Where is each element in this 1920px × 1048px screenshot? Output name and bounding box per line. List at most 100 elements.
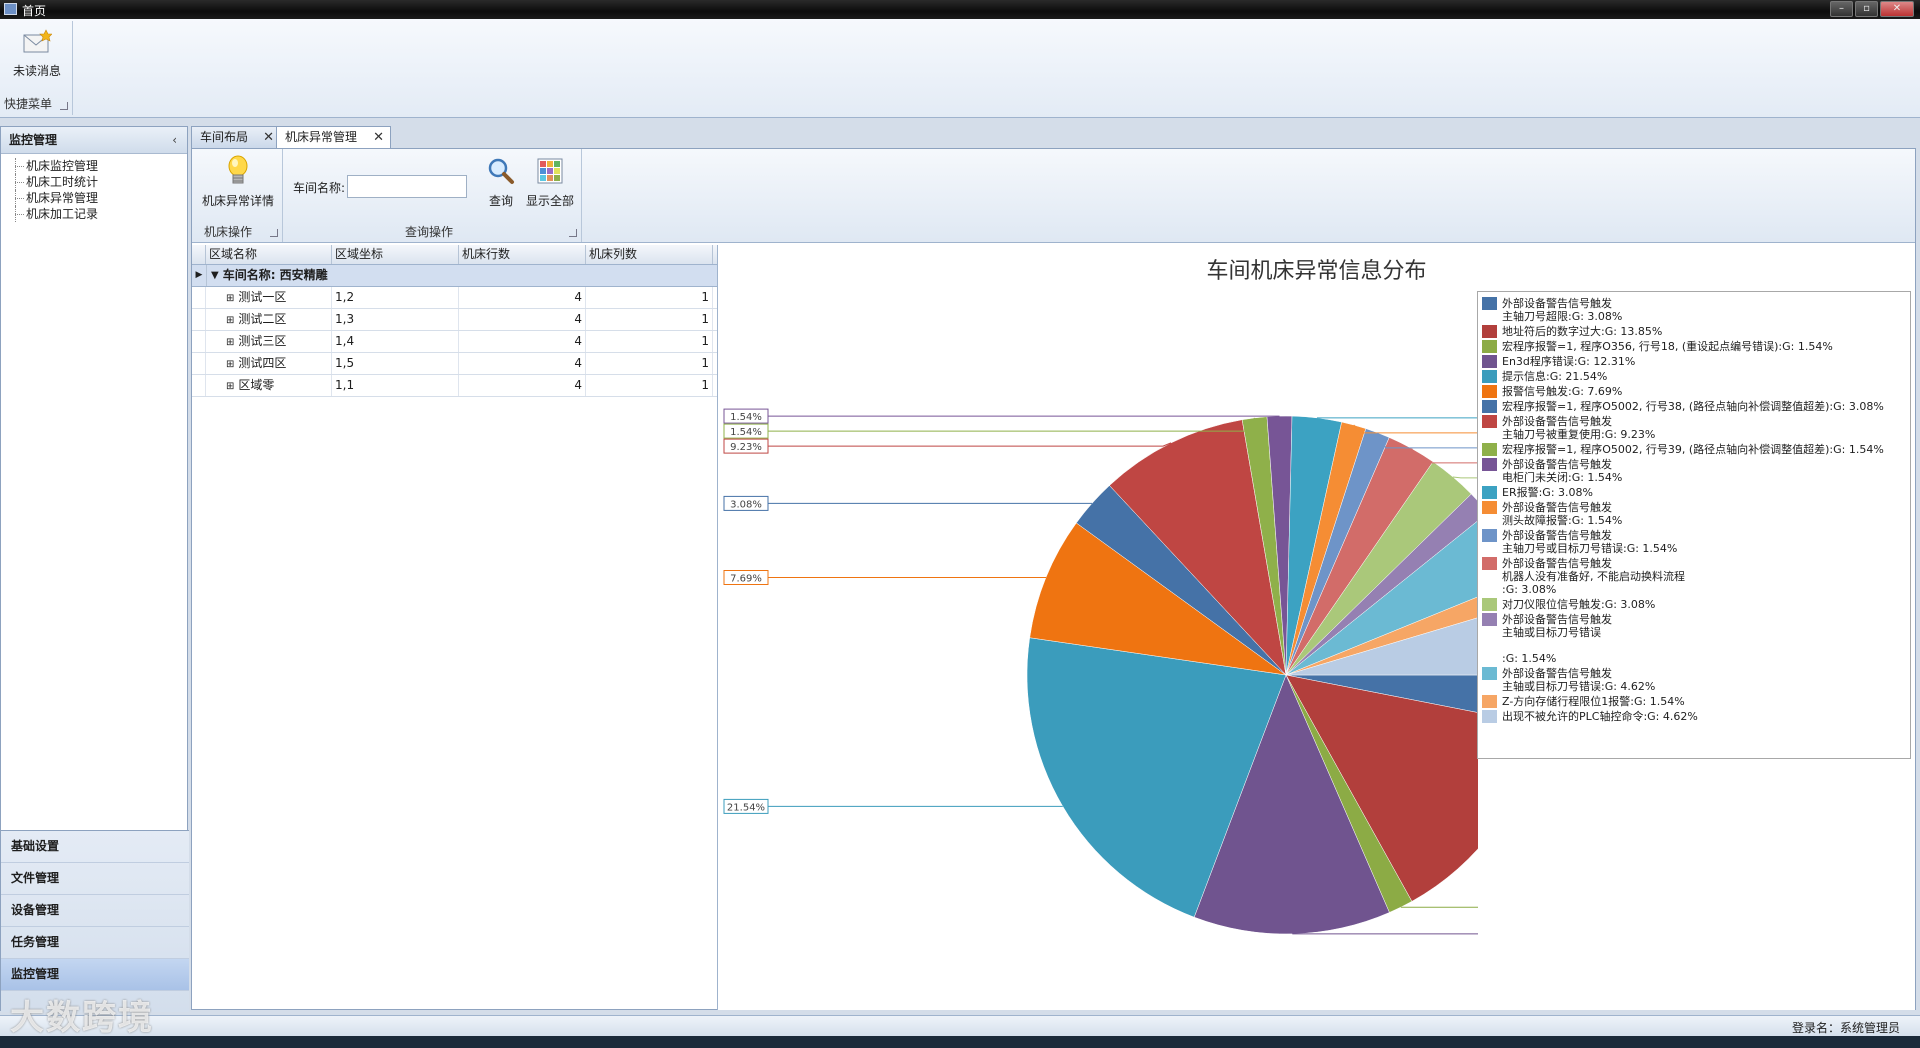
unread-message-button[interactable]: 未读消息 xyxy=(6,29,68,79)
cell-name-text: 测试三区 xyxy=(238,334,287,348)
maximize-button[interactable]: ▫ xyxy=(1855,1,1878,17)
login-status: 登录名：系统管理员 xyxy=(1791,1021,1900,1035)
cell-name: ⊞ 区域零 xyxy=(206,375,332,396)
nav-item-devices[interactable]: 设备管理 xyxy=(1,895,189,927)
legend-item[interactable]: 报警信号触发:G: 7.69% xyxy=(1478,385,1910,398)
legend-item[interactable]: En3d程序错误:G: 12.31% xyxy=(1478,355,1910,368)
expand-icon[interactable]: ⊞ xyxy=(226,337,234,348)
legend-item[interactable]: 外部设备警告信号触发 主轴或目标刀号错误 :G: 1.54% xyxy=(1478,613,1910,665)
legend-item[interactable]: 外部设备警告信号触发 主轴刀号或目标刀号错误:G: 1.54% xyxy=(1478,529,1910,555)
row-indicator xyxy=(192,375,206,396)
table-row[interactable]: ⊞ 测试二区 1,3 4 1 xyxy=(192,309,717,331)
workshop-name-input[interactable] xyxy=(347,175,467,198)
column-header[interactable]: 机床列数 xyxy=(586,245,713,264)
quick-menu-group: 未读消息 快捷菜单 xyxy=(2,21,73,115)
nav-item-monitor[interactable]: 监控管理 xyxy=(1,959,189,991)
cell-name-text: 区域零 xyxy=(238,378,275,392)
group-launcher-icon[interactable] xyxy=(270,229,278,237)
expand-icon[interactable]: ⊞ xyxy=(226,381,234,392)
close-icon[interactable]: ✕ xyxy=(373,127,384,148)
legend-item[interactable]: 外部设备警告信号触发 主轴或目标刀号错误:G: 4.62% xyxy=(1478,667,1910,693)
legend-item[interactable]: 宏程序报警=1, 程序O356, 行号18, (重设起点编号错误):G: 1.5… xyxy=(1478,340,1910,353)
legend-item[interactable]: 外部设备警告信号触发 主轴刀号超限:G: 3.08% xyxy=(1478,297,1910,323)
expand-icon[interactable]: ⊞ xyxy=(226,315,234,326)
collapse-icon[interactable]: ‹ xyxy=(172,127,177,153)
tab-strip: 车间布局 ✕ 机床异常管理 ✕ xyxy=(191,126,1916,149)
window-title: 首页 xyxy=(22,4,47,18)
toolbar: 机床异常详情 机床操作 车间名称: 查询 显示全部 查询操作 xyxy=(192,149,1915,243)
tree-item-records[interactable]: 机床加工记录 xyxy=(1,206,187,222)
cell-coord: 1,4 xyxy=(332,331,459,352)
cell-cols: 1 xyxy=(586,287,713,308)
table-row[interactable]: ⊞ 区域零 1,1 4 1 xyxy=(192,375,717,397)
collapse-icon[interactable]: ▼ xyxy=(211,265,219,286)
table-row[interactable]: ⊞ 测试三区 1,4 4 1 xyxy=(192,331,717,353)
legend-item[interactable]: 出现不被允许的PLC轴控命令:G: 4.62% xyxy=(1478,710,1910,723)
pie-chart: 3.08%1.54%1.54%3.08%3.08%1.54%4.62%1.54%… xyxy=(723,408,1478,935)
legend-item[interactable]: 外部设备警告信号触发 主轴刀号被重复使用:G: 9.23% xyxy=(1478,415,1910,441)
quick-menu-label: 快捷菜单 xyxy=(4,97,53,111)
expand-icon[interactable]: ⊞ xyxy=(226,293,234,304)
leader-line xyxy=(1452,476,1478,479)
legend-swatch xyxy=(1482,529,1497,542)
svg-text:1.54%: 1.54% xyxy=(730,412,762,423)
legend-item[interactable]: Z-方向存储行程限位1报警:G: 1.54% xyxy=(1478,695,1910,708)
nav-bar: 基础设置 文件管理 设备管理 任务管理 监控管理 xyxy=(1,830,189,1012)
table-row[interactable]: ⊞ 测试一区 1,2 4 1 xyxy=(192,287,717,309)
cell-coord: 1,1 xyxy=(332,375,459,396)
legend-item[interactable]: 外部设备警告信号触发 测头故障报警:G: 1.54% xyxy=(1478,501,1910,527)
cell-cols: 1 xyxy=(586,353,713,374)
nav-item-basic[interactable]: 基础设置 xyxy=(1,831,189,863)
legend-label: 外部设备警告信号触发 主轴刀号或目标刀号错误:G: 1.54% xyxy=(1502,529,1678,555)
group-launcher-icon[interactable] xyxy=(569,229,577,237)
tab-label: 机床异常管理 xyxy=(285,130,358,144)
legend-item[interactable]: 宏程序报警=1, 程序O5002, 行号38, (路径点轴向补偿调整值超差):G… xyxy=(1478,400,1910,413)
svg-text:1.54%: 1.54% xyxy=(730,427,762,438)
legend-label: 外部设备警告信号触发 主轴刀号超限:G: 3.08% xyxy=(1502,297,1623,323)
group-row[interactable]: ▶ ▼ 车间名称: 西安精雕 xyxy=(192,265,717,287)
legend-swatch xyxy=(1482,458,1497,471)
tree-item-worktime[interactable]: 机床工时统计 xyxy=(1,174,187,190)
machine-ops-label: 机床操作 xyxy=(204,225,253,239)
cell-rows: 4 xyxy=(459,309,586,330)
nav-item-files[interactable]: 文件管理 xyxy=(1,863,189,895)
legend-item[interactable]: 外部设备警告信号触发 机器人没有准备好, 不能启动换料流程 :G: 3.08% xyxy=(1478,557,1910,596)
column-header[interactable]: 区域坐标 xyxy=(332,245,459,264)
query-button[interactable]: 查询 xyxy=(483,157,519,209)
tab-workshop-layout[interactable]: 车间布局 ✕ xyxy=(191,126,281,148)
legend-item[interactable]: 地址符后的数字过大:G: 13.85% xyxy=(1478,325,1910,338)
anomaly-detail-button[interactable]: 机床异常详情 xyxy=(196,155,280,209)
legend-swatch xyxy=(1482,710,1497,723)
legend-item[interactable]: 宏程序报警=1, 程序O5002, 行号39, (路径点轴向补偿调整值超差):G… xyxy=(1478,443,1910,456)
minimize-button[interactable]: – xyxy=(1830,1,1853,17)
legend-label: 外部设备警告信号触发 主轴或目标刀号错误:G: 4.62% xyxy=(1502,667,1656,693)
legend-item[interactable]: 对刀仪限位信号触发:G: 3.08% xyxy=(1478,598,1910,611)
tree-item-monitor[interactable]: 机床监控管理 xyxy=(1,158,187,174)
table-row[interactable]: ⊞ 测试四区 1,5 4 1 xyxy=(192,353,717,375)
tree-item-anomaly[interactable]: 机床异常管理 xyxy=(1,190,187,206)
cell-rows: 4 xyxy=(459,287,586,308)
show-all-button[interactable]: 显示全部 xyxy=(521,157,579,209)
close-button[interactable]: ✕ xyxy=(1880,1,1914,17)
envelope-icon xyxy=(23,29,53,53)
column-header[interactable]: 机床行数 xyxy=(459,245,586,264)
group-launcher-icon[interactable] xyxy=(60,102,68,110)
legend-item[interactable]: 外部设备警告信号触发 电柜门未关闭:G: 1.54% xyxy=(1478,458,1910,484)
column-header[interactable]: 区域名称 xyxy=(206,245,332,264)
legend-item[interactable]: ER报警:G: 3.08% xyxy=(1478,486,1910,499)
close-icon[interactable]: ✕ xyxy=(263,127,274,148)
nav-item-tasks[interactable]: 任务管理 xyxy=(1,927,189,959)
svg-text:9.23%: 9.23% xyxy=(730,442,762,453)
expand-icon[interactable]: ⊞ xyxy=(226,359,234,370)
cell-coord: 1,2 xyxy=(332,287,459,308)
cell-rows: 4 xyxy=(459,331,586,352)
legend-item[interactable]: 提示信息:G: 21.54% xyxy=(1478,370,1910,383)
legend-label: Z-方向存储行程限位1报警:G: 1.54% xyxy=(1502,695,1685,708)
legend-label: 宏程序报警=1, 程序O5002, 行号39, (路径点轴向补偿调整值超差):G… xyxy=(1502,443,1884,456)
tab-machine-anomaly[interactable]: 机床异常管理 ✕ xyxy=(276,126,391,149)
legend-swatch xyxy=(1482,370,1497,383)
data-label: 3.08% xyxy=(723,495,769,511)
legend-label: ER报警:G: 3.08% xyxy=(1502,486,1593,499)
legend-swatch xyxy=(1482,340,1497,353)
magnifier-icon xyxy=(488,158,514,184)
